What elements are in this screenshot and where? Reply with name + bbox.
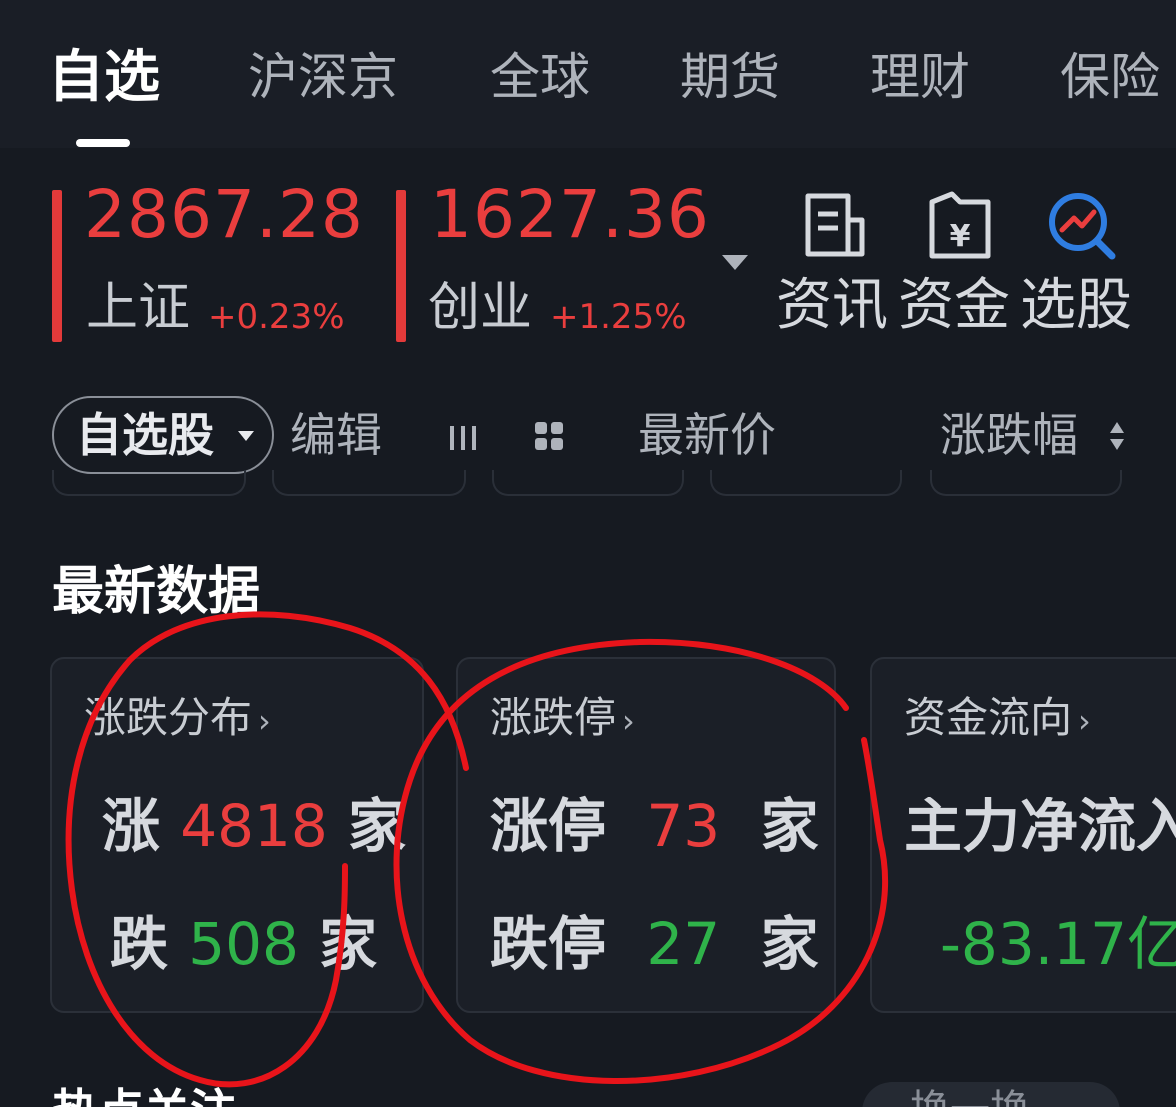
list-row-edge [710,470,902,496]
grid-view-icon[interactable] [532,419,566,457]
limit-down-label: 跌停 [490,910,607,978]
index-chinext-name: 创业 [428,278,533,338]
change-percent-column-header[interactable]: 涨跌幅 [940,412,1078,458]
fall-label: 跌 [110,910,169,978]
limit-down-count: 27 [646,910,721,978]
index-shanghai-change: +0.23% [208,297,345,337]
limit-up-line: 涨停 73 家 [490,797,819,855]
index-up-bar [396,190,406,342]
list-row-edge [492,470,684,496]
main-net-inflow-value: -83.17亿 [940,915,1176,978]
index-shanghai-value[interactable]: 2867.28 [84,182,364,248]
main-net-inflow-value-clip: -83.17亿 [940,915,1176,985]
rise-label: 涨 [102,792,161,860]
fall-count: 508 [188,910,299,978]
active-tab-indicator [76,139,130,147]
rise-unit: 家 [348,792,407,860]
rise-count-line: 涨 4818 家 [102,797,406,855]
list-row-edge [272,470,466,496]
latest-price-column-header[interactable]: 最新价 [638,412,776,458]
news-label[interactable]: 资讯 [776,278,888,334]
chevron-right-icon: › [1078,702,1091,740]
news-icon[interactable] [800,190,870,262]
hot-topics-title: 热点关注 [52,1088,236,1107]
capital-label[interactable]: 资金 [898,278,1010,334]
watchlist-group-label: 自选股 [76,408,214,462]
index-chinext-change: +1.25% [550,297,687,337]
main-net-inflow-label: 主力净流入 [904,797,1176,860]
rise-count: 4818 [180,792,328,860]
edit-button[interactable]: 编辑 [290,412,382,458]
stock-picker-label[interactable]: 选股 [1020,278,1132,334]
limit-down-line: 跌停 27 家 [490,915,819,973]
list-view-icon[interactable] [446,420,480,458]
tab-watchlist[interactable]: 自选 [48,50,160,106]
tab-shanghai-shenzhen-beijing[interactable]: 沪深京 [248,52,398,102]
index-dropdown-icon[interactable] [722,255,748,270]
chevron-down-icon [238,431,254,441]
limit-up-unit: 家 [760,792,819,860]
limit-up-label: 涨停 [490,792,607,860]
chevron-right-icon: › [258,702,271,740]
limit-down-unit: 家 [760,910,819,978]
rise-fall-distribution-title[interactable]: 涨跌分布 › [84,697,271,739]
tab-wealth-management[interactable]: 理财 [870,52,970,102]
fall-count-line: 跌 508 家 [110,915,377,973]
latest-data-title: 最新数据 [52,562,261,622]
limit-up-down-title[interactable]: 涨跌停 › [490,697,635,739]
chevron-right-icon: › [622,702,635,740]
tab-insurance[interactable]: 保险 [1060,52,1160,102]
bottom-section-clip: 热点关注 换一换 [0,1080,1176,1107]
list-row-edge [52,470,246,496]
tab-futures[interactable]: 期货 [680,52,780,102]
svg-text:¥: ¥ [950,219,971,254]
yuan-document-icon[interactable]: ¥ [926,190,996,262]
list-row-edge [930,470,1122,496]
index-shanghai-name: 上证 [86,278,191,338]
capital-flow-title[interactable]: 资金流向 › [904,697,1091,739]
main-net-inflow-clip: 主力净流入 [904,797,1176,867]
sort-icon[interactable] [1108,420,1126,456]
tab-global[interactable]: 全球 [490,52,590,102]
index-chinext-value[interactable]: 1627.36 [430,182,710,248]
index-up-bar [52,190,62,342]
stock-search-icon[interactable] [1046,190,1116,262]
fall-unit: 家 [319,910,378,978]
refresh-label: 换一换 [910,1090,1030,1107]
limit-up-count: 73 [646,792,721,860]
